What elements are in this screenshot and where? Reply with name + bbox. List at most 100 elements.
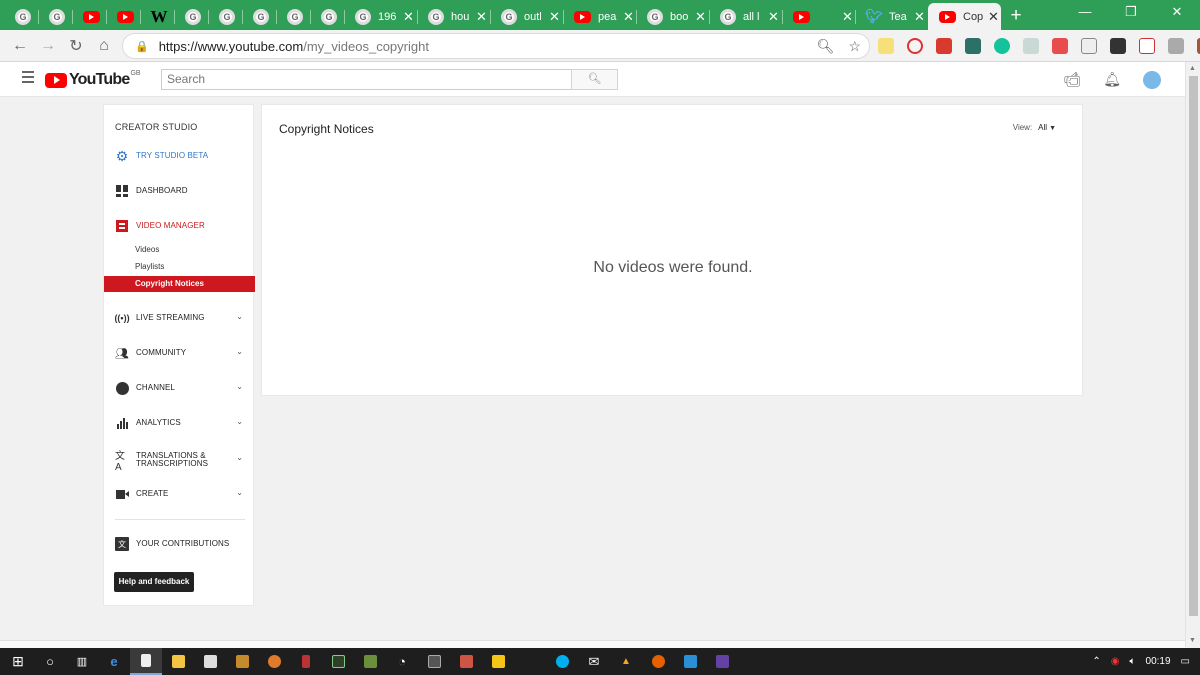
close-tab-icon[interactable]: ✕ bbox=[403, 9, 414, 25]
pdf-icon[interactable] bbox=[1139, 38, 1155, 54]
app-icon[interactable] bbox=[674, 648, 706, 675]
twitch-icon[interactable] bbox=[706, 648, 738, 675]
hamburger-menu-icon[interactable] bbox=[22, 71, 34, 86]
browser-tab[interactable] bbox=[174, 3, 208, 30]
close-window-button[interactable]: ✕ bbox=[1154, 0, 1200, 26]
help-and-feedback-button[interactable]: Help and feedback bbox=[114, 572, 194, 592]
store-icon[interactable] bbox=[194, 648, 226, 675]
action-center-icon[interactable]: ▭ bbox=[1181, 656, 1190, 667]
sidebar-item-try-studio-beta[interactable]: ⚙ TRY STUDIO BETA bbox=[104, 145, 255, 167]
browser-tab[interactable] bbox=[106, 3, 140, 30]
cortana-search-icon[interactable]: ○ bbox=[34, 648, 66, 675]
scrollbar-thumb[interactable] bbox=[1189, 76, 1198, 616]
edge-icon[interactable]: e bbox=[98, 648, 130, 675]
file-explorer-icon[interactable] bbox=[162, 648, 194, 675]
new-tab-button[interactable]: + bbox=[1001, 3, 1031, 30]
browser-tab[interactable] bbox=[310, 3, 344, 30]
zoom-icon[interactable]: 🔍︎ bbox=[817, 38, 835, 55]
mail-icon[interactable]: ✉ bbox=[578, 648, 610, 675]
browser-tab[interactable]: 196 ✕ bbox=[344, 3, 417, 30]
browser-tab[interactable]: hou ✕ bbox=[417, 3, 490, 30]
chevron-down-icon[interactable]: ⌄ bbox=[236, 417, 243, 426]
youtube-logo[interactable]: YouTube GB bbox=[45, 70, 141, 89]
file-document-icon[interactable] bbox=[130, 648, 162, 675]
sidebar-item-channel[interactable]: CHANNEL ⌄ bbox=[104, 377, 255, 399]
close-tab-icon[interactable]: ✕ bbox=[842, 9, 853, 25]
extension-icon[interactable] bbox=[1168, 38, 1184, 54]
chevron-down-icon[interactable]: ⌄ bbox=[236, 488, 243, 497]
view-filter-dropdown[interactable]: View: All ▼ bbox=[1013, 123, 1056, 132]
lock-icon[interactable]: 🔒 bbox=[135, 40, 149, 53]
search-input[interactable]: Search bbox=[161, 69, 572, 90]
sidebar-item-community[interactable]: 👥︎ COMMUNITY ⌄ bbox=[104, 342, 255, 364]
bookmark-star-icon[interactable]: ☆ bbox=[848, 38, 861, 55]
task-view-icon[interactable]: ▥ bbox=[66, 648, 98, 675]
browser-tab[interactable]: 🐦︎ Tea ✕ bbox=[855, 3, 928, 30]
app-icon[interactable] bbox=[322, 648, 354, 675]
upload-video-icon[interactable]: 📹︎ bbox=[1063, 71, 1081, 89]
sidebar-item-translations[interactable]: 文A TRANSLATIONS & TRANSCRIPTIONS ⌄ bbox=[104, 448, 255, 473]
minimize-button[interactable]: — bbox=[1062, 0, 1108, 26]
restore-button[interactable]: ❐ bbox=[1108, 0, 1154, 26]
browser-tab[interactable] bbox=[4, 3, 38, 30]
sidebar-item-analytics[interactable]: ANALYTICS ⌄ bbox=[104, 412, 255, 434]
sticky-notes-icon[interactable] bbox=[482, 648, 514, 675]
calculator-icon[interactable] bbox=[418, 648, 450, 675]
close-tab-icon[interactable]: ✕ bbox=[988, 9, 999, 25]
page-scrollbar[interactable]: ▲ ▼ bbox=[1185, 62, 1200, 647]
sidebar-subitem-copyright-notices[interactable]: Copyright Notices bbox=[104, 276, 255, 292]
app-icon[interactable] bbox=[226, 648, 258, 675]
search-button[interactable]: 🔍︎ bbox=[571, 69, 618, 90]
chevron-down-icon[interactable]: ⌄ bbox=[236, 453, 243, 462]
sidebar-item-your-contributions[interactable]: 文 YOUR CONTRIBUTIONS bbox=[104, 533, 255, 555]
browser-tab[interactable]: boo ✕ bbox=[636, 3, 709, 30]
browser-tab[interactable] bbox=[38, 3, 72, 30]
skype-icon[interactable] bbox=[546, 648, 578, 675]
browser-tab[interactable] bbox=[242, 3, 276, 30]
home-icon[interactable]: ⌂ bbox=[90, 37, 118, 55]
app-icon[interactable] bbox=[290, 648, 322, 675]
sidebar-item-create[interactable]: CREATE ⌄ bbox=[104, 483, 255, 505]
extension-icon[interactable] bbox=[1023, 38, 1039, 54]
grammarly-icon[interactable] bbox=[994, 38, 1010, 54]
sidebar-item-live-streaming[interactable]: ((•)) LIVE STREAMING ⌄ bbox=[104, 307, 255, 329]
scroll-down-arrow-icon[interactable]: ▼ bbox=[1189, 637, 1196, 644]
app-icon[interactable]: ◔ bbox=[386, 648, 418, 675]
minecraft-icon[interactable] bbox=[354, 648, 386, 675]
browser-tab[interactable] bbox=[72, 3, 106, 30]
extension-icon[interactable] bbox=[1110, 38, 1126, 54]
sidebar-item-video-manager[interactable]: VIDEO MANAGER bbox=[104, 215, 255, 237]
close-tab-icon[interactable]: ✕ bbox=[695, 9, 706, 25]
clock[interactable]: 00:19 bbox=[1146, 656, 1171, 667]
app-icon[interactable] bbox=[450, 648, 482, 675]
chevron-down-icon[interactable]: ⌄ bbox=[236, 312, 243, 321]
address-bar[interactable]: 🔒 https://www.youtube.com/my_videos_copy… bbox=[122, 33, 870, 59]
app-icon[interactable]: ▲ bbox=[610, 648, 642, 675]
browser-tab[interactable]: ✕ bbox=[782, 3, 855, 30]
browser-tab[interactable]: pea ✕ bbox=[563, 3, 636, 30]
close-tab-icon[interactable]: ✕ bbox=[914, 9, 925, 25]
browser-tab[interactable]: Cop ✕ bbox=[928, 3, 1001, 30]
extension-icon[interactable] bbox=[1052, 38, 1068, 54]
app-icon[interactable] bbox=[514, 648, 546, 675]
notifications-bell-icon[interactable]: 🔔︎ bbox=[1103, 71, 1121, 89]
sidebar-item-dashboard[interactable]: DASHBOARD bbox=[104, 180, 255, 202]
sidebar-subitem-videos[interactable]: Videos bbox=[104, 242, 255, 258]
app-icon[interactable] bbox=[258, 648, 290, 675]
chevron-down-icon[interactable]: ⌄ bbox=[236, 347, 243, 356]
close-tab-icon[interactable]: ✕ bbox=[768, 9, 779, 25]
show-hidden-icons-chevron-icon[interactable]: ⌃ bbox=[1092, 656, 1100, 667]
network-icon[interactable]: ◉ bbox=[1111, 656, 1120, 667]
chevron-down-icon[interactable]: ⌄ bbox=[236, 382, 243, 391]
volume-icon[interactable]: 🔈︎ bbox=[1130, 656, 1136, 667]
extension-icon[interactable] bbox=[965, 38, 981, 54]
back-icon[interactable]: ← bbox=[6, 37, 34, 55]
extension-icon[interactable] bbox=[1081, 38, 1097, 54]
extension-icon[interactable] bbox=[936, 38, 952, 54]
extension-icon[interactable] bbox=[878, 38, 894, 54]
account-avatar[interactable] bbox=[1143, 71, 1161, 89]
firefox-icon[interactable] bbox=[642, 648, 674, 675]
close-tab-icon[interactable]: ✕ bbox=[476, 9, 487, 25]
sidebar-subitem-playlists[interactable]: Playlists bbox=[104, 259, 255, 275]
close-tab-icon[interactable]: ✕ bbox=[623, 9, 634, 25]
